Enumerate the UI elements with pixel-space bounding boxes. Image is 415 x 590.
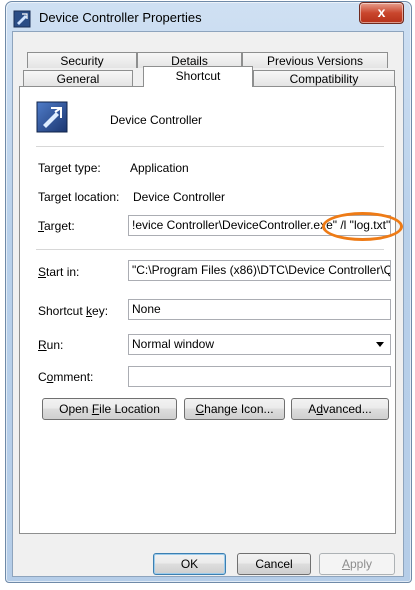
open-file-location-pre: Open xyxy=(59,402,92,416)
open-file-location-button[interactable]: Open File Location xyxy=(42,398,177,420)
tab-previous-versions[interactable]: Previous Versions xyxy=(242,52,388,68)
run-label-rest: un: xyxy=(46,338,64,352)
chevron-down-icon[interactable] xyxy=(376,342,384,347)
shortcut-key-label-rest: ey: xyxy=(92,304,109,318)
app-name: Device Controller xyxy=(110,113,203,127)
target-type-label: Target type: xyxy=(38,161,101,175)
comment-label: Comment: xyxy=(38,370,93,384)
run-label: Run: xyxy=(38,338,63,352)
start-in-label: Start in: xyxy=(38,265,79,279)
tab-shortcut[interactable]: Shortcut xyxy=(143,66,253,87)
window-title: Device Controller Properties xyxy=(39,10,202,25)
target-location-label: Target location: xyxy=(38,190,120,204)
shortcut-key-label: Shortcut key: xyxy=(38,304,108,318)
shortcut-key-label-pre: Shortcut xyxy=(38,304,87,318)
comment-label-pre: C xyxy=(38,370,47,384)
advanced-accel: d xyxy=(316,402,323,416)
target-label: Target: xyxy=(38,219,75,233)
shortcut-app-icon xyxy=(13,10,31,28)
change-icon-rest: hange Icon... xyxy=(204,402,274,416)
apply-button[interactable]: Apply xyxy=(319,553,395,575)
tab-security[interactable]: Security xyxy=(27,52,137,68)
highlight-annotation xyxy=(322,212,403,241)
apply-accel: A xyxy=(341,557,350,571)
change-icon-button[interactable]: Change Icon... xyxy=(184,398,285,420)
start-in-input[interactable]: "C:\Program Files (x86)\DTC\Device Contr… xyxy=(128,260,391,281)
cancel-button[interactable]: Cancel xyxy=(237,553,311,575)
advanced-button[interactable]: Advanced... xyxy=(291,398,389,420)
divider xyxy=(36,146,384,147)
shortcut-key-input[interactable]: None xyxy=(128,299,391,320)
target-location-value: Device Controller xyxy=(133,190,226,204)
comment-input[interactable] xyxy=(128,366,391,387)
run-select-value: Normal window xyxy=(132,337,215,351)
comment-label-rest: mment: xyxy=(53,370,94,384)
ok-button[interactable]: OK xyxy=(153,553,226,575)
advanced-rest: vanced... xyxy=(323,402,372,416)
tab-compatibility[interactable]: Compatibility xyxy=(253,70,395,86)
run-label-accel: R xyxy=(38,338,47,352)
divider xyxy=(36,249,384,250)
run-select[interactable]: Normal window xyxy=(128,334,391,355)
change-icon-accel: C xyxy=(195,402,205,416)
apply-rest: pply xyxy=(350,557,373,571)
target-type-value: Application xyxy=(130,161,189,175)
start-in-label-rest: tart in: xyxy=(46,265,80,279)
open-file-location-rest: ile Location xyxy=(99,402,160,416)
tab-general[interactable]: General xyxy=(23,70,133,86)
start-in-label-accel: S xyxy=(38,265,47,279)
close-button[interactable]: x xyxy=(359,2,404,24)
application-icon xyxy=(36,101,68,133)
target-label-rest: arget: xyxy=(44,219,75,233)
